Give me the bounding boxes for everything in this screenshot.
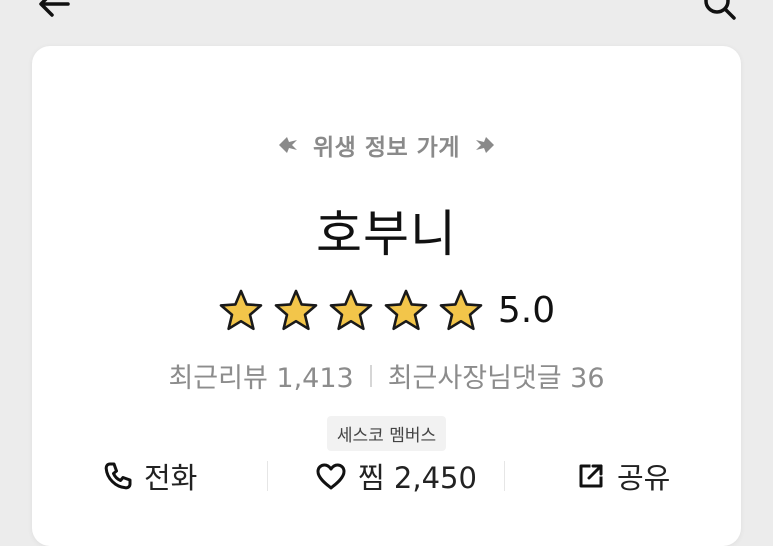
share-button[interactable]: 공유 [575,455,670,497]
recent-reviews-link[interactable]: 최근리뷰 1,413 [168,356,353,395]
search-icon [704,0,736,20]
star-icon [219,289,263,331]
hygiene-label-text: 위생 정보 가게 [313,135,460,161]
action-divider [504,461,505,491]
share-icon [579,464,603,488]
arrow-left-icon [39,0,70,17]
action-bar: 전화 찜 2,450 공유 [32,447,741,503]
laurel-right-icon [475,137,494,153]
share-label: 공유 [617,461,671,495]
hygiene-info-label: 위생 정보 가게 [32,128,741,162]
star-rating [218,288,484,332]
star-icon [384,289,428,331]
rating-row: 5.0 [32,288,741,332]
store-name: 호부니 [316,205,457,263]
star-icon [439,289,483,331]
laurel-left-icon [279,137,297,153]
review-stats: 최근리뷰 1,413 최근사장님댓글 36 [32,356,741,395]
heart-icon [316,463,346,490]
call-button[interactable]: 전화 [102,455,197,497]
search-button[interactable] [695,0,745,24]
rating-value: 5.0 [497,289,556,331]
owner-replies-link[interactable]: 최근사장님댓글 36 [388,356,605,395]
back-button[interactable] [30,0,78,24]
call-label: 전화 [144,461,198,495]
like-count-label: 찜 2,450 [358,461,477,495]
top-bar [0,0,773,40]
like-button[interactable]: 찜 2,450 [314,455,477,497]
divider [369,364,372,387]
star-icon [329,289,373,331]
star-icon [274,289,318,331]
badge-container: 세스코 멤버스 [32,416,741,451]
phone-icon [104,462,132,490]
action-divider [267,461,268,491]
cesco-members-badge: 세스코 멤버스 [326,416,447,451]
